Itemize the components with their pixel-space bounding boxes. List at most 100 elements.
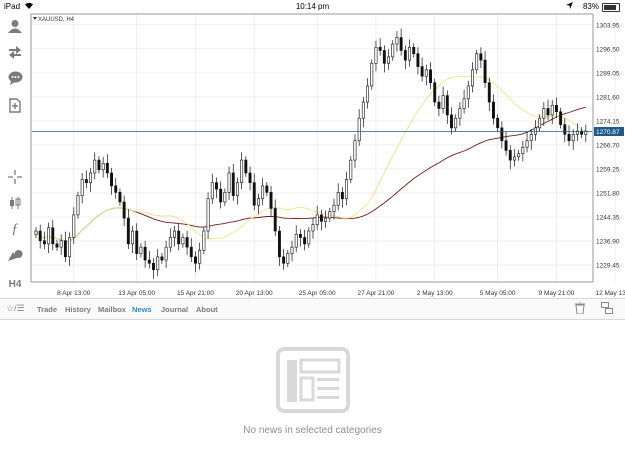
candle-body xyxy=(303,237,307,245)
candle-body xyxy=(173,230,176,238)
candle-body xyxy=(202,230,206,251)
candle-body xyxy=(189,246,193,258)
location-icon xyxy=(566,2,573,11)
candle-body xyxy=(496,117,500,129)
price-chart[interactable]: 1303.95 1296.50 1289.05 1281.60 1274.15 1266.… xyxy=(30,13,625,297)
new-document-icon[interactable] xyxy=(6,96,24,114)
candle-body xyxy=(521,146,525,154)
candle-body xyxy=(525,140,529,148)
y-tick-label: 1296.50 xyxy=(596,46,620,53)
trash-icon[interactable] xyxy=(575,301,585,317)
candle-body xyxy=(198,250,202,264)
candle-body xyxy=(538,117,542,129)
x-tick-label: 13 Apr 05:00 xyxy=(118,290,155,297)
x-tick-label: 27 Apr 21:00 xyxy=(358,290,395,297)
candle-body xyxy=(483,59,487,84)
candle-body xyxy=(147,259,151,264)
candle-body xyxy=(97,159,101,171)
tab-news[interactable]: News xyxy=(132,305,152,314)
candle-body xyxy=(382,50,386,64)
y-tick-label: 1236.90 xyxy=(596,239,620,246)
candle-body xyxy=(135,230,139,254)
news-panel: No news in selected categories xyxy=(0,319,625,469)
tab-history[interactable]: History xyxy=(65,305,91,314)
candle-body xyxy=(298,233,302,238)
candle-body xyxy=(315,214,319,225)
candle-body xyxy=(273,208,277,232)
candle-body xyxy=(47,227,51,245)
plot-area xyxy=(30,13,594,283)
candle-body xyxy=(185,237,189,248)
candle-body xyxy=(450,114,453,129)
candle-body xyxy=(500,127,504,142)
candle-body xyxy=(403,50,407,61)
x-axis: 8 Apr 13:00 13 Apr 05:00 15 Apr 21:00 20 Ap… xyxy=(57,290,625,297)
candle-body xyxy=(194,256,197,264)
candle-body xyxy=(554,104,558,113)
battery-icon xyxy=(602,3,620,12)
candle-body xyxy=(458,108,462,119)
candle-body xyxy=(105,163,109,174)
candle-body xyxy=(34,230,38,235)
left-toolbar: ƒ H4 xyxy=(0,13,30,297)
candle-body xyxy=(294,233,298,248)
candle-body xyxy=(429,69,432,84)
sort-icon[interactable]: ☆/☰ xyxy=(6,303,25,314)
candle-body xyxy=(311,224,315,232)
candle-body xyxy=(240,159,244,183)
candle-body xyxy=(282,256,286,264)
account-icon[interactable] xyxy=(6,17,24,35)
trade-arrows-icon[interactable] xyxy=(6,43,24,61)
candle-body xyxy=(433,82,437,103)
candle-body xyxy=(156,256,160,271)
x-tick-label: 20 Apr 13:00 xyxy=(236,290,273,297)
candle-body xyxy=(462,98,466,109)
candle-body xyxy=(160,256,164,261)
candle-body xyxy=(412,46,416,54)
candle-body xyxy=(80,179,84,196)
candle-body xyxy=(110,172,113,187)
candle-body xyxy=(424,69,428,77)
candle-body xyxy=(471,69,474,87)
candle-body xyxy=(143,246,147,261)
crosshair-icon[interactable] xyxy=(6,168,24,186)
candle-body xyxy=(290,246,294,254)
candle-body xyxy=(68,237,72,258)
candle-body xyxy=(76,195,80,216)
y-tick-label: 1266.70 xyxy=(596,142,620,149)
current-price-label: 1270.87 xyxy=(596,129,620,136)
bottom-tab-bar: ☆/☰ Trade History Mailbox News Journal A… xyxy=(0,298,625,320)
candle-body xyxy=(307,230,311,245)
y-tick-label: 1251.80 xyxy=(596,190,620,197)
candle-body xyxy=(395,37,399,45)
candlestick-icon[interactable] xyxy=(6,194,24,212)
tab-mailbox[interactable]: Mailbox xyxy=(98,305,126,314)
candle-body xyxy=(349,159,353,180)
tab-trade[interactable]: Trade xyxy=(37,305,57,314)
candle-body xyxy=(84,179,88,183)
candle-body xyxy=(399,37,403,51)
y-tick-label: 1281.60 xyxy=(596,94,620,101)
candle-body xyxy=(286,253,290,264)
candle-body xyxy=(252,182,256,206)
candle-body xyxy=(437,101,441,109)
timeframe-button[interactable]: H4 xyxy=(6,275,24,293)
candle-body xyxy=(227,172,231,193)
candle-body xyxy=(479,53,483,61)
candle-body xyxy=(152,262,155,271)
chart-title: XAUUSD, H4 xyxy=(38,17,75,23)
y-axis: 1303.95 1296.50 1289.05 1281.60 1274.15 1266.… xyxy=(596,22,620,269)
tab-journal[interactable]: Journal xyxy=(161,305,188,314)
candle-body xyxy=(126,217,130,245)
candle-body xyxy=(177,230,181,245)
candle-body xyxy=(361,101,365,119)
function-icon[interactable]: ƒ xyxy=(6,220,24,238)
chat-icon[interactable] xyxy=(6,69,24,87)
candle-body xyxy=(563,124,567,135)
candle-body xyxy=(244,159,248,174)
tab-about[interactable]: About xyxy=(196,305,218,314)
chart-svg[interactable]: 1303.95 1296.50 1289.05 1281.60 1274.15 1266.… xyxy=(30,13,625,297)
objects-icon[interactable] xyxy=(6,246,24,264)
layout-switch-icon[interactable] xyxy=(601,302,613,317)
candle-body xyxy=(215,182,218,190)
